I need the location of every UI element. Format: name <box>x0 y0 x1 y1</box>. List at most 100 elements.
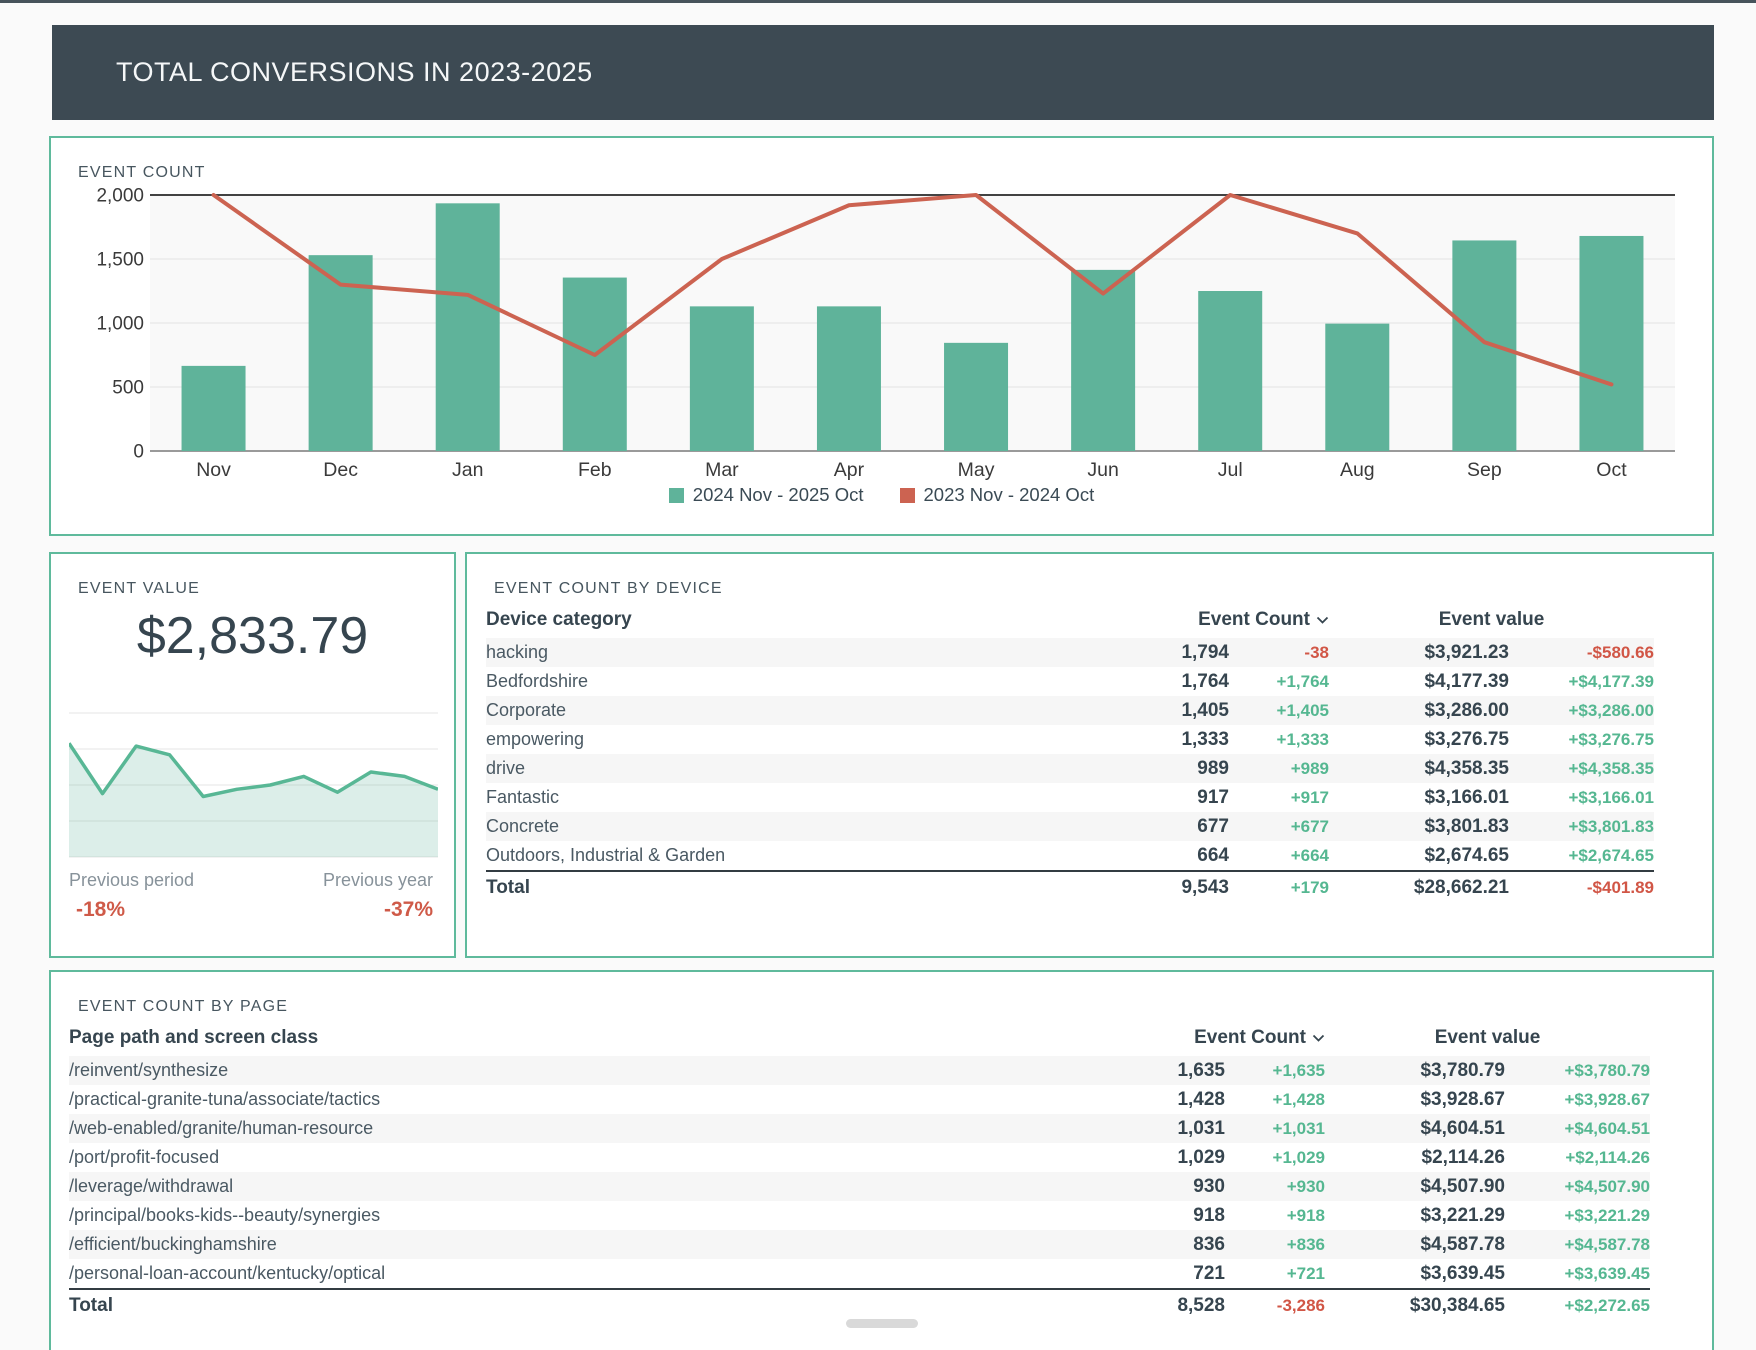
table-row[interactable]: /port/profit-focused1,029+1,029$2,114.26… <box>69 1143 1650 1172</box>
table-row[interactable]: drive989+989$4,358.35+$4,358.35 <box>486 754 1654 783</box>
total-event-count: 9,543 <box>1064 877 1229 899</box>
row-category: Corporate <box>486 700 1064 721</box>
row-event-value-delta: +$3,639.45 <box>1505 1264 1650 1284</box>
row-event-count: 1,794 <box>1064 642 1229 664</box>
x-axis-label-Nov: Nov <box>196 459 231 480</box>
row-event-count: 1,635 <box>1060 1060 1225 1082</box>
row-event-value-delta: +$4,604.51 <box>1505 1119 1650 1139</box>
table-row[interactable]: /web-enabled/granite/human-resource1,031… <box>69 1114 1650 1143</box>
column-header-event-count[interactable]: Event Count <box>1064 609 1329 631</box>
row-event-value: $4,587.78 <box>1325 1234 1505 1256</box>
previous-period-label: Previous period <box>69 870 194 891</box>
row-event-value-delta: +$3,166.01 <box>1509 788 1654 808</box>
row-event-count: 1,764 <box>1064 671 1229 693</box>
row-event-value-delta: +$3,928.67 <box>1505 1090 1650 1110</box>
table-row[interactable]: Fantastic917+917$3,166.01+$3,166.01 <box>486 783 1654 812</box>
legend-item[interactable]: 2023 Nov - 2024 Oct <box>900 484 1095 506</box>
table-row[interactable]: /practical-granite-tuna/associate/tactic… <box>69 1085 1650 1114</box>
table-row[interactable]: Corporate1,405+1,405$3,286.00+$3,286.00 <box>486 696 1654 725</box>
report-title: TOTAL CONVERSIONS IN 2023-2025 <box>116 57 593 88</box>
legend-swatch-icon <box>669 488 684 503</box>
bar-Feb[interactable] <box>563 278 627 451</box>
legend-label: 2023 Nov - 2024 Oct <box>924 484 1095 506</box>
bar-Mar[interactable] <box>690 306 754 451</box>
table-row[interactable]: Outdoors, Industrial & Garden664+664$2,6… <box>486 841 1654 870</box>
column-header-event-value[interactable]: Event value <box>1325 1027 1650 1049</box>
x-axis-label-Jan: Jan <box>452 459 483 480</box>
bar-May[interactable] <box>944 343 1008 451</box>
table-row[interactable]: /personal-loan-account/kentucky/optical7… <box>69 1259 1650 1288</box>
row-event-count: 1,405 <box>1064 700 1229 722</box>
sort-chevron-down-icon <box>1316 616 1329 625</box>
event-value-sparkline-chart[interactable] <box>69 712 438 862</box>
bar-Sep[interactable] <box>1452 240 1516 451</box>
column-header-event-value[interactable]: Event value <box>1329 609 1654 631</box>
table-row[interactable]: /leverage/withdrawal930+930$4,507.90+$4,… <box>69 1172 1650 1201</box>
row-event-count: 1,031 <box>1060 1118 1225 1140</box>
previous-year-change: -37% <box>384 898 433 922</box>
table-header-row: Device categoryEvent CountEvent value <box>486 602 1654 638</box>
total-event-value-delta: +$2,272.65 <box>1505 1296 1650 1316</box>
bar-Oct[interactable] <box>1579 236 1643 451</box>
row-event-count: 917 <box>1064 787 1229 809</box>
row-category: /practical-granite-tuna/associate/tactic… <box>69 1089 1060 1110</box>
row-event-value-delta: +$4,177.39 <box>1509 672 1654 692</box>
event-value-title: EVENT VALUE <box>78 580 200 598</box>
bar-Jan[interactable] <box>436 203 500 451</box>
bar-Apr[interactable] <box>817 306 881 451</box>
row-event-count-delta: +917 <box>1229 788 1329 808</box>
row-event-value: $3,639.45 <box>1325 1263 1505 1285</box>
bar-Aug[interactable] <box>1325 324 1389 451</box>
row-event-count-delta: +1,029 <box>1225 1148 1325 1168</box>
total-event-value: $30,384.65 <box>1325 1295 1505 1317</box>
total-event-count-delta: +179 <box>1229 878 1329 898</box>
row-event-value: $3,286.00 <box>1329 700 1509 722</box>
row-event-count-delta: +1,428 <box>1225 1090 1325 1110</box>
column-header-category: Page path and screen class <box>69 1027 1060 1049</box>
y-axis-label: 1,000 <box>96 314 144 335</box>
x-axis-label-Sep: Sep <box>1467 459 1502 480</box>
table-row[interactable]: Concrete677+677$3,801.83+$3,801.83 <box>486 812 1654 841</box>
row-event-count-delta: +721 <box>1225 1264 1325 1284</box>
table-total-row: Total8,528-3,286$30,384.65+$2,272.65 <box>69 1288 1650 1322</box>
bar-Jul[interactable] <box>1198 291 1262 451</box>
row-category: empowering <box>486 729 1064 750</box>
horizontal-scrollbar-thumb[interactable] <box>846 1319 918 1328</box>
row-event-count-delta: +677 <box>1229 817 1329 837</box>
row-event-count-delta: +1,031 <box>1225 1119 1325 1139</box>
row-event-value: $2,674.65 <box>1329 845 1509 867</box>
row-category: drive <box>486 758 1064 779</box>
table-row[interactable]: empowering1,333+1,333$3,276.75+$3,276.75 <box>486 725 1654 754</box>
event-count-by-device-panel: EVENT COUNT BY DEVICE Device categoryEve… <box>465 552 1714 958</box>
row-event-count-delta: +1,333 <box>1229 730 1329 750</box>
table-row[interactable]: /reinvent/synthesize1,635+1,635$3,780.79… <box>69 1056 1650 1085</box>
column-header-event-count[interactable]: Event Count <box>1060 1027 1325 1049</box>
table-row[interactable]: /efficient/buckinghamshire836+836$4,587.… <box>69 1230 1650 1259</box>
bar-Jun[interactable] <box>1071 270 1135 451</box>
device-table: Device categoryEvent CountEvent valuehac… <box>486 602 1654 904</box>
row-event-value: $3,928.67 <box>1325 1089 1505 1111</box>
event-count-by-page-panel: EVENT COUNT BY PAGE Page path and screen… <box>49 970 1714 1350</box>
row-event-value: $2,114.26 <box>1325 1147 1505 1169</box>
x-axis-label-Aug: Aug <box>1340 459 1375 480</box>
row-category: hacking <box>486 642 1064 663</box>
row-category: Concrete <box>486 816 1064 837</box>
row-category: /personal-loan-account/kentucky/optical <box>69 1263 1060 1284</box>
row-event-value: $3,166.01 <box>1329 787 1509 809</box>
event-count-combo-chart[interactable]: 05001,0001,5002,000NovDecJanFebMarAprMay… <box>51 138 1712 480</box>
page-table-title: EVENT COUNT BY PAGE <box>78 998 288 1016</box>
x-axis-label-May: May <box>958 459 995 480</box>
page-table: Page path and screen classEvent CountEve… <box>69 1020 1650 1322</box>
table-row[interactable]: hacking1,794-38$3,921.23-$580.66 <box>486 638 1654 667</box>
bar-Nov[interactable] <box>182 366 246 451</box>
row-category: /leverage/withdrawal <box>69 1176 1060 1197</box>
legend-item[interactable]: 2024 Nov - 2025 Oct <box>669 484 864 506</box>
total-label: Total <box>486 877 1064 899</box>
row-category: /web-enabled/granite/human-resource <box>69 1118 1060 1139</box>
legend-label: 2024 Nov - 2025 Oct <box>693 484 864 506</box>
table-row[interactable]: Bedfordshire1,764+1,764$4,177.39+$4,177.… <box>486 667 1654 696</box>
row-category: /port/profit-focused <box>69 1147 1060 1168</box>
table-row[interactable]: /principal/books-kids--beauty/synergies9… <box>69 1201 1650 1230</box>
row-category: /efficient/buckinghamshire <box>69 1234 1060 1255</box>
row-event-value-delta: -$580.66 <box>1509 643 1654 663</box>
